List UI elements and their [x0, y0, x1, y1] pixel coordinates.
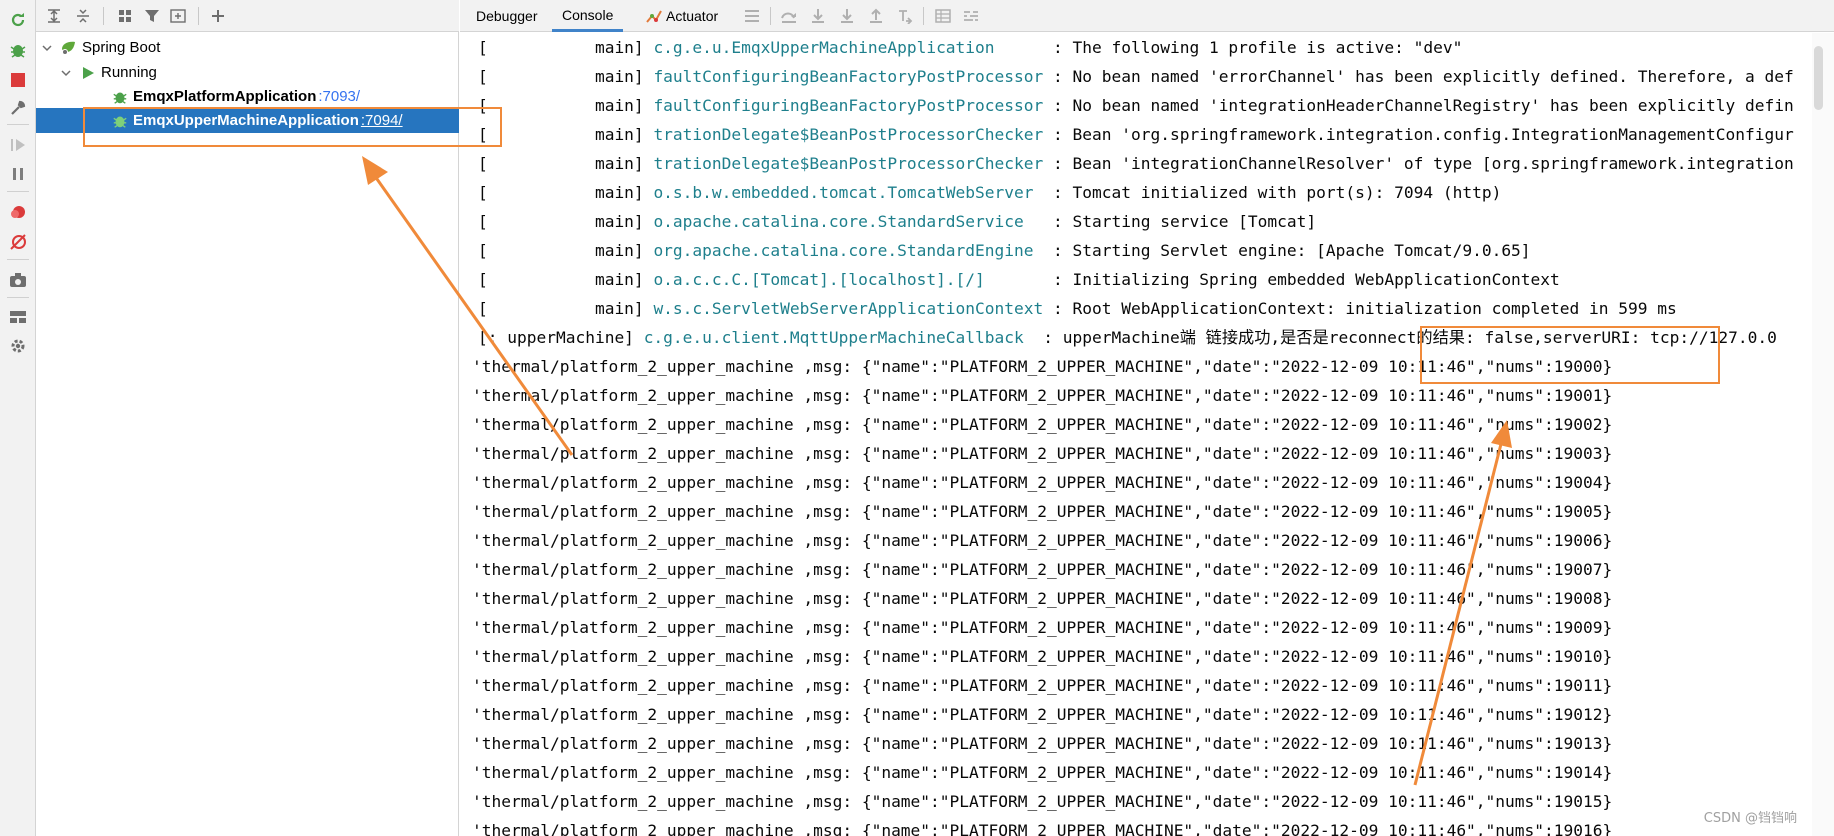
- arrow-to-connection-result: [1413, 420, 1512, 786]
- annotation-arrows: [362, 156, 1512, 786]
- arrow-to-selected-app: [362, 156, 574, 456]
